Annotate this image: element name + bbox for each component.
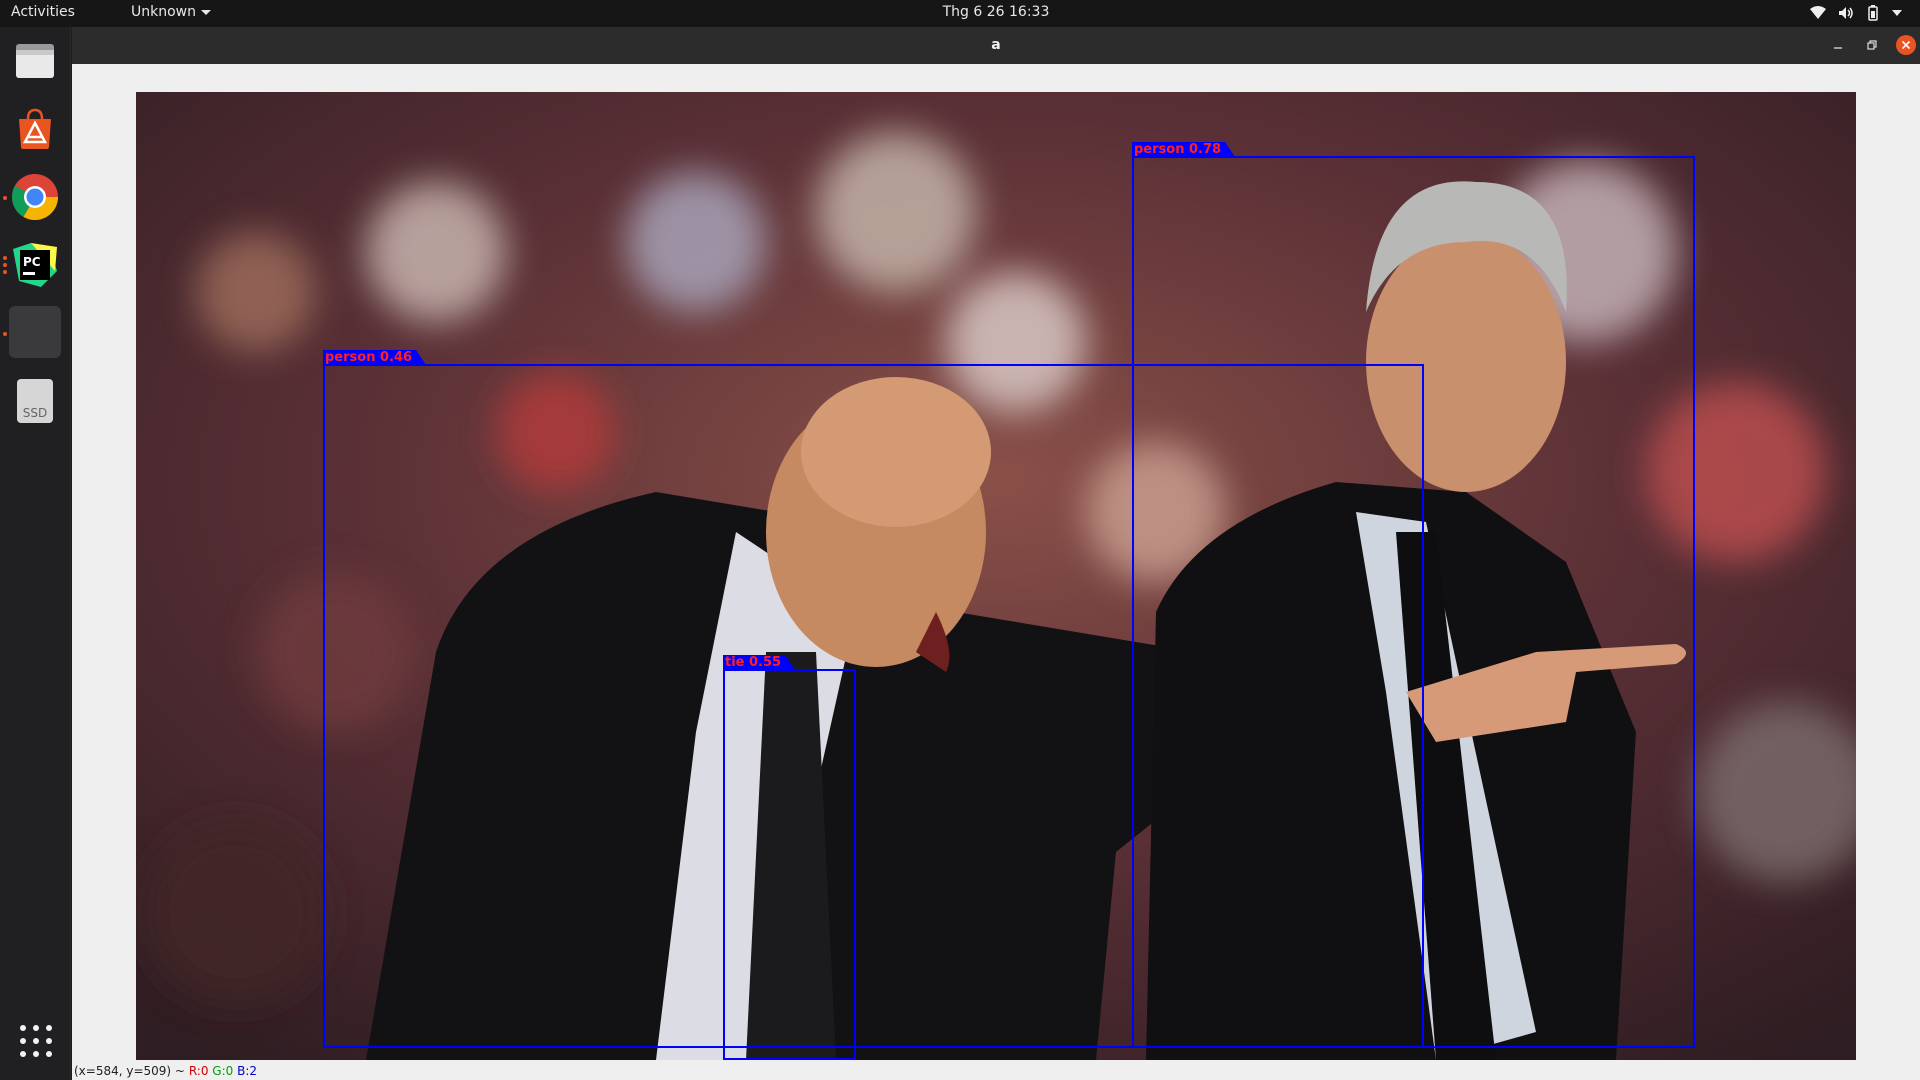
- volume-icon: [1839, 7, 1853, 19]
- top-bar: Activities Unknown Thg 6 26 16:33: [0, 0, 1920, 27]
- dock-item-files[interactable]: [9, 35, 61, 87]
- blank-window-icon: [35, 332, 36, 333]
- close-icon: [1901, 40, 1911, 50]
- running-indicator: [3, 270, 7, 274]
- window-content: person 0.78 person 0.46 tie 0.55 (x=584,…: [72, 64, 1920, 1080]
- restore-icon: [1867, 40, 1877, 50]
- pixel-green-value: G:0: [212, 1064, 234, 1078]
- dock-item-chrome[interactable]: [9, 171, 61, 223]
- battery-icon: [1868, 5, 1878, 21]
- wifi-icon: [1810, 6, 1826, 19]
- files-icon: [16, 44, 54, 78]
- status-bar: (x=584, y=509) ~ R:0 G:0 B:2: [74, 1062, 257, 1080]
- pycharm-icon: PC: [13, 243, 57, 287]
- show-applications-button[interactable]: [20, 1025, 52, 1057]
- running-indicator: [3, 332, 7, 336]
- detection-label-person-2: person 0.46: [323, 350, 426, 365]
- window-title: a: [991, 37, 1001, 53]
- dock-item-software[interactable]: [9, 103, 61, 155]
- running-indicator: [3, 256, 7, 260]
- title-bar[interactable]: a: [72, 27, 1920, 64]
- displayed-image[interactable]: person 0.78 person 0.46 tie 0.55: [136, 92, 1856, 1060]
- detection-box-tie: [723, 669, 856, 1060]
- grid-dot: [33, 1025, 39, 1031]
- grid-dot: [20, 1025, 26, 1031]
- ubuntu-software-icon: [19, 108, 51, 149]
- detection-label-person-1: person 0.78: [1132, 142, 1235, 157]
- pixel-blue-value: B:2: [237, 1064, 258, 1078]
- grid-dot: [33, 1038, 39, 1044]
- detection-label-tie: tie 0.55: [723, 655, 795, 670]
- grid-dot: [46, 1051, 52, 1057]
- grid-dot: [33, 1051, 39, 1057]
- grid-dot: [20, 1038, 26, 1044]
- grid-dot: [20, 1051, 26, 1057]
- svg-text:PC: PC: [23, 255, 41, 269]
- system-tray[interactable]: [1810, 5, 1902, 21]
- cursor-coordinates: (x=584, y=509) ~: [74, 1064, 185, 1078]
- chrome-icon: [12, 174, 58, 220]
- drive-icon: SSD: [17, 379, 53, 423]
- detection-box-person-2: [323, 364, 1424, 1048]
- grid-dot: [46, 1038, 52, 1044]
- minimize-button[interactable]: [1828, 35, 1848, 55]
- clock[interactable]: Thg 6 26 16:33: [0, 4, 1920, 20]
- dock-item-pycharm[interactable]: PC: [9, 239, 61, 291]
- chevron-down-icon: [1892, 10, 1902, 16]
- running-indicator: [3, 196, 7, 200]
- running-indicator: [3, 263, 7, 267]
- minimize-icon: [1834, 47, 1842, 49]
- maximize-button[interactable]: [1862, 35, 1882, 55]
- grid-dot: [46, 1025, 52, 1031]
- pixel-red-value: R:0: [188, 1064, 209, 1078]
- dock: PC SSD: [0, 27, 71, 1080]
- dock-item-ssd[interactable]: SSD: [9, 375, 61, 427]
- dock-item-active-app[interactable]: [9, 306, 61, 358]
- image-window: a person 0.78 person 0.46 tie 0.55 (x=58…: [72, 27, 1920, 1080]
- close-button[interactable]: [1896, 35, 1916, 55]
- ssd-label: SSD: [23, 406, 47, 420]
